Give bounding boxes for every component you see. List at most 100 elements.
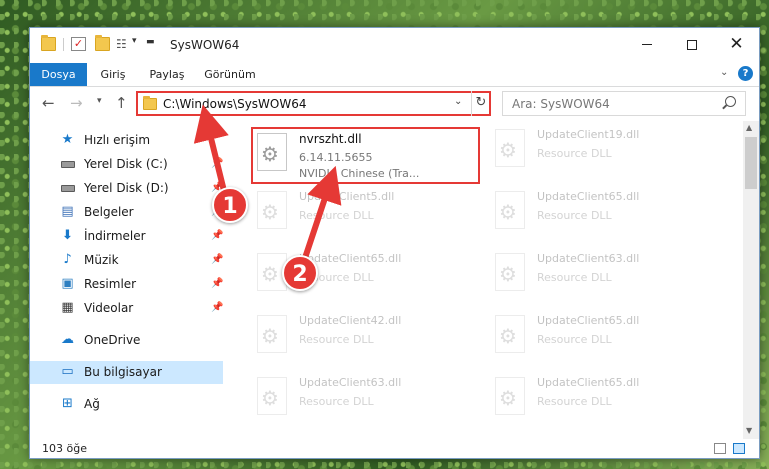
tiles-view-icon[interactable] [733, 443, 745, 454]
file-name: UpdateClient65.dll [537, 376, 640, 389]
file-name: UpdateClient19.dll [537, 128, 640, 141]
network-icon: ⊞ [62, 396, 73, 411]
pin-icon[interactable]: 📌 [211, 158, 223, 169]
drive-icon [61, 185, 75, 192]
file-item[interactable]: UpdateClient65.dll Resource DLL [489, 309, 719, 367]
tab-home[interactable]: Giriş [90, 63, 136, 86]
forward-arrow-icon[interactable]: → [70, 94, 83, 112]
minimize-button[interactable] [624, 28, 669, 61]
sidebar-item-label: Bu bilgisayar [84, 365, 162, 379]
address-path[interactable]: C:\Windows\SysWOW64 [163, 97, 307, 111]
tab-view[interactable]: Görünüm [200, 63, 260, 86]
sidebar-item-documents[interactable]: ▤ Belgeler 📌 [30, 201, 223, 224]
file-item[interactable]: UpdateClient65.dll Resource DLL [489, 185, 719, 243]
pin-icon[interactable]: 📌 [211, 278, 223, 289]
cloud-icon: ☁ [61, 332, 74, 347]
tab-share[interactable]: Paylaş [142, 63, 192, 86]
refresh-icon[interactable]: ↻ [471, 91, 490, 116]
pin-icon[interactable]: 📌 [211, 302, 223, 313]
maximize-icon [686, 39, 697, 50]
file-type: Resource DLL [299, 333, 374, 346]
dll-file-icon [495, 129, 525, 167]
file-name: UpdateClient63.dll [537, 252, 640, 265]
sidebar-item-videos[interactable]: ▦ Videolar 📌 [30, 297, 223, 320]
scroll-thumb[interactable] [745, 137, 757, 189]
scroll-up-icon[interactable]: ▲ [746, 123, 752, 132]
view-options-icon[interactable]: ☷ [116, 37, 131, 51]
file-item[interactable]: UpdateClient63.dll Resource DLL [489, 247, 719, 305]
search-placeholder: Ara: SysWOW64 [512, 97, 610, 111]
sidebar-item-this-pc[interactable]: ▭ Bu bilgisayar [30, 361, 223, 384]
file-type: Resource DLL [299, 395, 374, 408]
sidebar-item-label: İndirmeler [84, 229, 146, 243]
file-type: Resource DLL [537, 147, 612, 160]
sidebar-item-pictures[interactable]: ▣ Resimler 📌 [30, 273, 223, 296]
chevron-down-icon[interactable]: ⌄ [454, 96, 462, 107]
file-item[interactable]: UpdateClient5.dll Resource DLL [251, 185, 481, 243]
computer-icon: ▭ [61, 364, 74, 379]
sidebar-item-downloads[interactable]: ⬇ İndirmeler 📌 [30, 225, 223, 248]
step-1-badge: 1 [212, 187, 248, 223]
file-name: UpdateClient63.dll [299, 376, 402, 389]
dll-file-icon [257, 377, 287, 415]
maximize-button[interactable] [669, 28, 714, 61]
step-2-badge: 2 [282, 255, 318, 291]
file-type: Resource DLL [537, 209, 612, 222]
chevron-down-icon[interactable]: ▾ [132, 36, 137, 46]
recent-locations-icon[interactable]: ▾ [97, 96, 102, 106]
close-button[interactable]: ✕ [714, 28, 759, 61]
search-input[interactable]: Ara: SysWOW64 [502, 91, 746, 116]
customize-toolbar-icon[interactable]: ▬ [146, 37, 155, 47]
vertical-scrollbar[interactable]: ▲ ▼ [743, 121, 759, 439]
search-icon[interactable] [725, 96, 736, 107]
up-arrow-icon[interactable]: ↑ [115, 94, 128, 112]
folder-icon [41, 35, 56, 51]
properties-icon[interactable]: ✓ [71, 37, 86, 51]
dll-file-icon [257, 315, 287, 353]
sidebar-item-music[interactable]: ♪ Müzik 📌 [30, 249, 223, 272]
file-item[interactable]: UpdateClient63.dll Resource DLL [251, 371, 481, 429]
download-icon: ⬇ [62, 228, 73, 243]
details-view-icon[interactable] [714, 443, 726, 454]
file-name: UpdateClient65.dll [537, 190, 640, 203]
music-icon: ♪ [63, 252, 72, 267]
file-type: Resource DLL [537, 395, 612, 408]
file-type: Resource DLL [537, 271, 612, 284]
sidebar-item-quick-access[interactable]: ★ Hızlı erişim [30, 129, 223, 152]
sidebar-item-local-disk-c[interactable]: Yerel Disk (C:) 📌 [30, 153, 223, 176]
close-icon: ✕ [729, 34, 744, 54]
navigation-pane: ★ Hızlı erişim Yerel Disk (C:) 📌 Yerel D… [30, 121, 223, 439]
explorer-window: ✓ ☷ ▾ ▬ SysWOW64 ✕ Dosya Giriş Paylaş Gö… [29, 27, 760, 459]
tab-file[interactable]: Dosya [30, 63, 87, 86]
file-name: UpdateClient5.dll [299, 190, 395, 203]
sidebar-item-network[interactable]: ⊞ Ağ [30, 393, 223, 416]
pin-icon[interactable]: 📌 [211, 254, 223, 265]
star-icon: ★ [61, 132, 74, 147]
item-count: 103 öğe [42, 442, 87, 455]
folder-icon [143, 96, 157, 110]
file-type: Resource DLL [299, 209, 374, 222]
sidebar-item-label: Müzik [84, 253, 119, 267]
pin-icon[interactable]: 📌 [211, 230, 223, 241]
document-icon: ▤ [61, 204, 74, 219]
window-title: SysWOW64 [170, 38, 240, 52]
video-icon: ▦ [61, 300, 74, 315]
file-item[interactable]: UpdateClient19.dll Resource DLL [489, 123, 719, 181]
navigation-bar: ← → ▾ ↑ C:\Windows\SysWOW64 ⌄ ↻ Ara: Sys… [30, 88, 759, 120]
back-arrow-icon[interactable]: ← [42, 94, 55, 112]
expand-ribbon-icon[interactable]: ⌄ [720, 67, 728, 78]
sidebar-item-onedrive[interactable]: ☁ OneDrive [30, 329, 223, 352]
new-folder-icon[interactable] [95, 35, 110, 51]
pictures-icon: ▣ [61, 276, 74, 291]
sidebar-item-local-disk-d[interactable]: Yerel Disk (D:) 📌 [30, 177, 223, 200]
dll-file-icon [495, 377, 525, 415]
file-item[interactable]: UpdateClient42.dll Resource DLL [251, 309, 481, 367]
address-bar[interactable]: C:\Windows\SysWOW64 ⌄ ↻ [136, 91, 491, 116]
scroll-down-icon[interactable]: ▼ [746, 426, 752, 435]
file-name: UpdateClient42.dll [299, 314, 402, 327]
help-icon[interactable]: ? [738, 66, 753, 81]
minimize-icon [641, 44, 652, 45]
drive-icon [61, 161, 75, 168]
file-item[interactable]: UpdateClient65.dll Resource DLL [489, 371, 719, 429]
sidebar-item-label: Ağ [84, 397, 100, 411]
